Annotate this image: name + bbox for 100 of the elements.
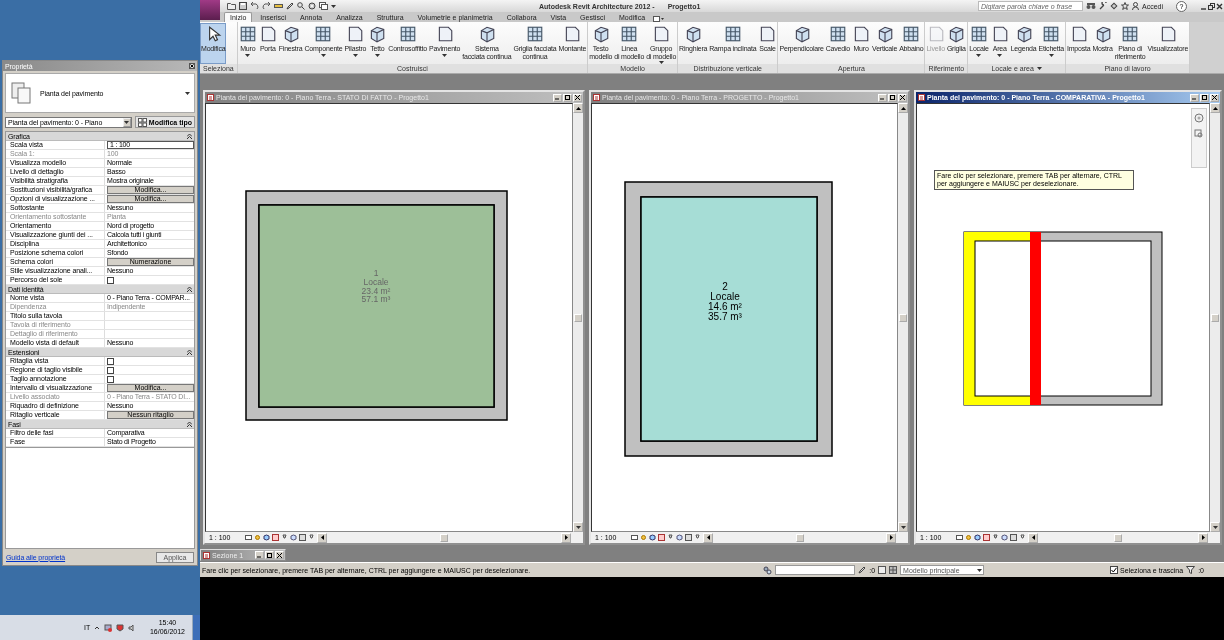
checkbox[interactable] bbox=[107, 375, 114, 383]
square-icon[interactable] bbox=[299, 534, 306, 541]
caret-icon bbox=[185, 91, 190, 95]
cube-icon[interactable] bbox=[1001, 534, 1008, 541]
scroll-up-button[interactable] bbox=[1210, 103, 1220, 113]
pencil-icon[interactable] bbox=[286, 2, 294, 10]
folder-icon[interactable] bbox=[227, 2, 236, 10]
maximize-button[interactable] bbox=[1200, 93, 1209, 102]
caret-icon[interactable] bbox=[1036, 67, 1042, 70]
undo-icon[interactable] bbox=[250, 2, 259, 10]
horizontal-scrollbar[interactable] bbox=[317, 532, 571, 543]
lamp-icon[interactable] bbox=[694, 534, 701, 541]
maximize-button[interactable] bbox=[265, 551, 274, 559]
lamp-icon[interactable] bbox=[1019, 534, 1026, 541]
close-button[interactable] bbox=[573, 93, 582, 102]
room-volume: 57.1 m³ bbox=[361, 294, 391, 304]
cube-icon[interactable] bbox=[290, 534, 297, 541]
speaker-icon[interactable] bbox=[128, 623, 137, 632]
scroll-up-button[interactable] bbox=[898, 103, 908, 113]
close-button[interactable] bbox=[1210, 93, 1219, 102]
horizontal-scrollbar[interactable] bbox=[703, 532, 896, 543]
checkbox[interactable] bbox=[107, 366, 114, 374]
room-number: 2 bbox=[722, 281, 728, 292]
zoom-icon[interactable] bbox=[1194, 129, 1204, 139]
cube-icon[interactable] bbox=[263, 534, 270, 541]
scrollbar-thumb[interactable] bbox=[1211, 313, 1219, 322]
cube-icon[interactable] bbox=[649, 534, 656, 541]
maximize-icon bbox=[1202, 95, 1207, 100]
save-icon[interactable] bbox=[239, 2, 247, 10]
minimize-button[interactable] bbox=[553, 93, 562, 102]
vertical-scrollbar[interactable] bbox=[573, 103, 583, 532]
scroll-up-button[interactable] bbox=[573, 103, 583, 113]
maximize-icon bbox=[890, 95, 895, 100]
cube-icon bbox=[368, 25, 387, 43]
workset-icon[interactable] bbox=[763, 565, 773, 575]
scroll-right-button[interactable] bbox=[561, 532, 571, 543]
restore-icon[interactable] bbox=[1208, 2, 1215, 10]
room-fill[interactable] bbox=[258, 204, 495, 408]
scrollbar-thumb[interactable] bbox=[1114, 533, 1122, 542]
maximize-button[interactable] bbox=[888, 93, 897, 102]
grid-icon[interactable] bbox=[889, 566, 898, 574]
star-icon[interactable] bbox=[1121, 2, 1129, 10]
dropdown-button[interactable] bbox=[122, 117, 131, 127]
maximize-button[interactable] bbox=[563, 93, 572, 102]
scrollbar-thumb[interactable] bbox=[795, 533, 804, 542]
lamp-icon[interactable] bbox=[308, 534, 315, 541]
square-icon[interactable] bbox=[272, 534, 279, 541]
cube-icon[interactable] bbox=[974, 534, 981, 541]
caret-icon bbox=[321, 53, 326, 57]
scrollbar-thumb[interactable] bbox=[574, 313, 582, 322]
lamp-icon[interactable] bbox=[667, 534, 674, 541]
scrollbar-thumb[interactable] bbox=[440, 533, 448, 542]
scroll-left-button[interactable] bbox=[1028, 532, 1038, 543]
grid-icon bbox=[314, 25, 333, 43]
magnifier-icon[interactable] bbox=[297, 2, 305, 10]
scroll-right-button[interactable] bbox=[886, 532, 896, 543]
close-button[interactable] bbox=[898, 93, 907, 102]
scroll-left-button[interactable] bbox=[703, 532, 713, 543]
shield-icon[interactable] bbox=[116, 623, 125, 632]
scroll-right-button[interactable] bbox=[1198, 532, 1208, 543]
editing-icon[interactable] bbox=[858, 566, 867, 574]
scroll-down-button[interactable] bbox=[1210, 522, 1220, 532]
checkbox[interactable] bbox=[107, 357, 114, 365]
vertical-scrollbar[interactable] bbox=[1210, 103, 1220, 532]
lamp-icon[interactable] bbox=[281, 534, 288, 541]
gear-icon[interactable] bbox=[308, 2, 316, 10]
chevron-icon[interactable] bbox=[94, 624, 101, 631]
lamp-icon[interactable] bbox=[992, 534, 999, 541]
redo-icon[interactable] bbox=[262, 2, 271, 10]
panel-toggle-icon[interactable] bbox=[653, 16, 666, 22]
minimize-button[interactable] bbox=[255, 551, 264, 559]
binoculars-icon[interactable] bbox=[1086, 2, 1096, 10]
scrollbar-thumb[interactable] bbox=[899, 313, 907, 322]
close-icon[interactable] bbox=[189, 63, 195, 69]
checkbox[interactable] bbox=[107, 276, 114, 284]
scroll-down-button[interactable] bbox=[898, 522, 908, 532]
wrench-icon[interactable] bbox=[1099, 2, 1107, 10]
network-icon[interactable] bbox=[104, 623, 113, 632]
grid-icon bbox=[902, 25, 921, 43]
document-icon bbox=[207, 94, 214, 101]
design-option-field[interactable] bbox=[775, 565, 856, 575]
floor-plan-icon bbox=[10, 81, 32, 105]
cube-icon[interactable] bbox=[676, 534, 683, 541]
scroll-left-button[interactable] bbox=[317, 532, 327, 543]
square-icon[interactable] bbox=[983, 534, 990, 541]
horizontal-scrollbar[interactable] bbox=[1028, 532, 1208, 543]
close-icon[interactable] bbox=[1216, 2, 1223, 10]
minimize-button[interactable] bbox=[1190, 93, 1199, 102]
room-fill[interactable] bbox=[640, 196, 818, 442]
square-icon[interactable] bbox=[1010, 534, 1017, 541]
sheet-icon[interactable] bbox=[878, 566, 887, 574]
window-icon[interactable] bbox=[319, 2, 328, 10]
square-icon[interactable] bbox=[685, 534, 692, 541]
close-button[interactable] bbox=[275, 551, 284, 559]
square-icon[interactable] bbox=[658, 534, 665, 541]
minimize-button[interactable] bbox=[878, 93, 887, 102]
scroll-down-button[interactable] bbox=[573, 522, 583, 532]
filter-icon[interactable] bbox=[1186, 566, 1196, 574]
checkbox[interactable] bbox=[1110, 566, 1119, 574]
vertical-scrollbar[interactable] bbox=[898, 103, 908, 532]
